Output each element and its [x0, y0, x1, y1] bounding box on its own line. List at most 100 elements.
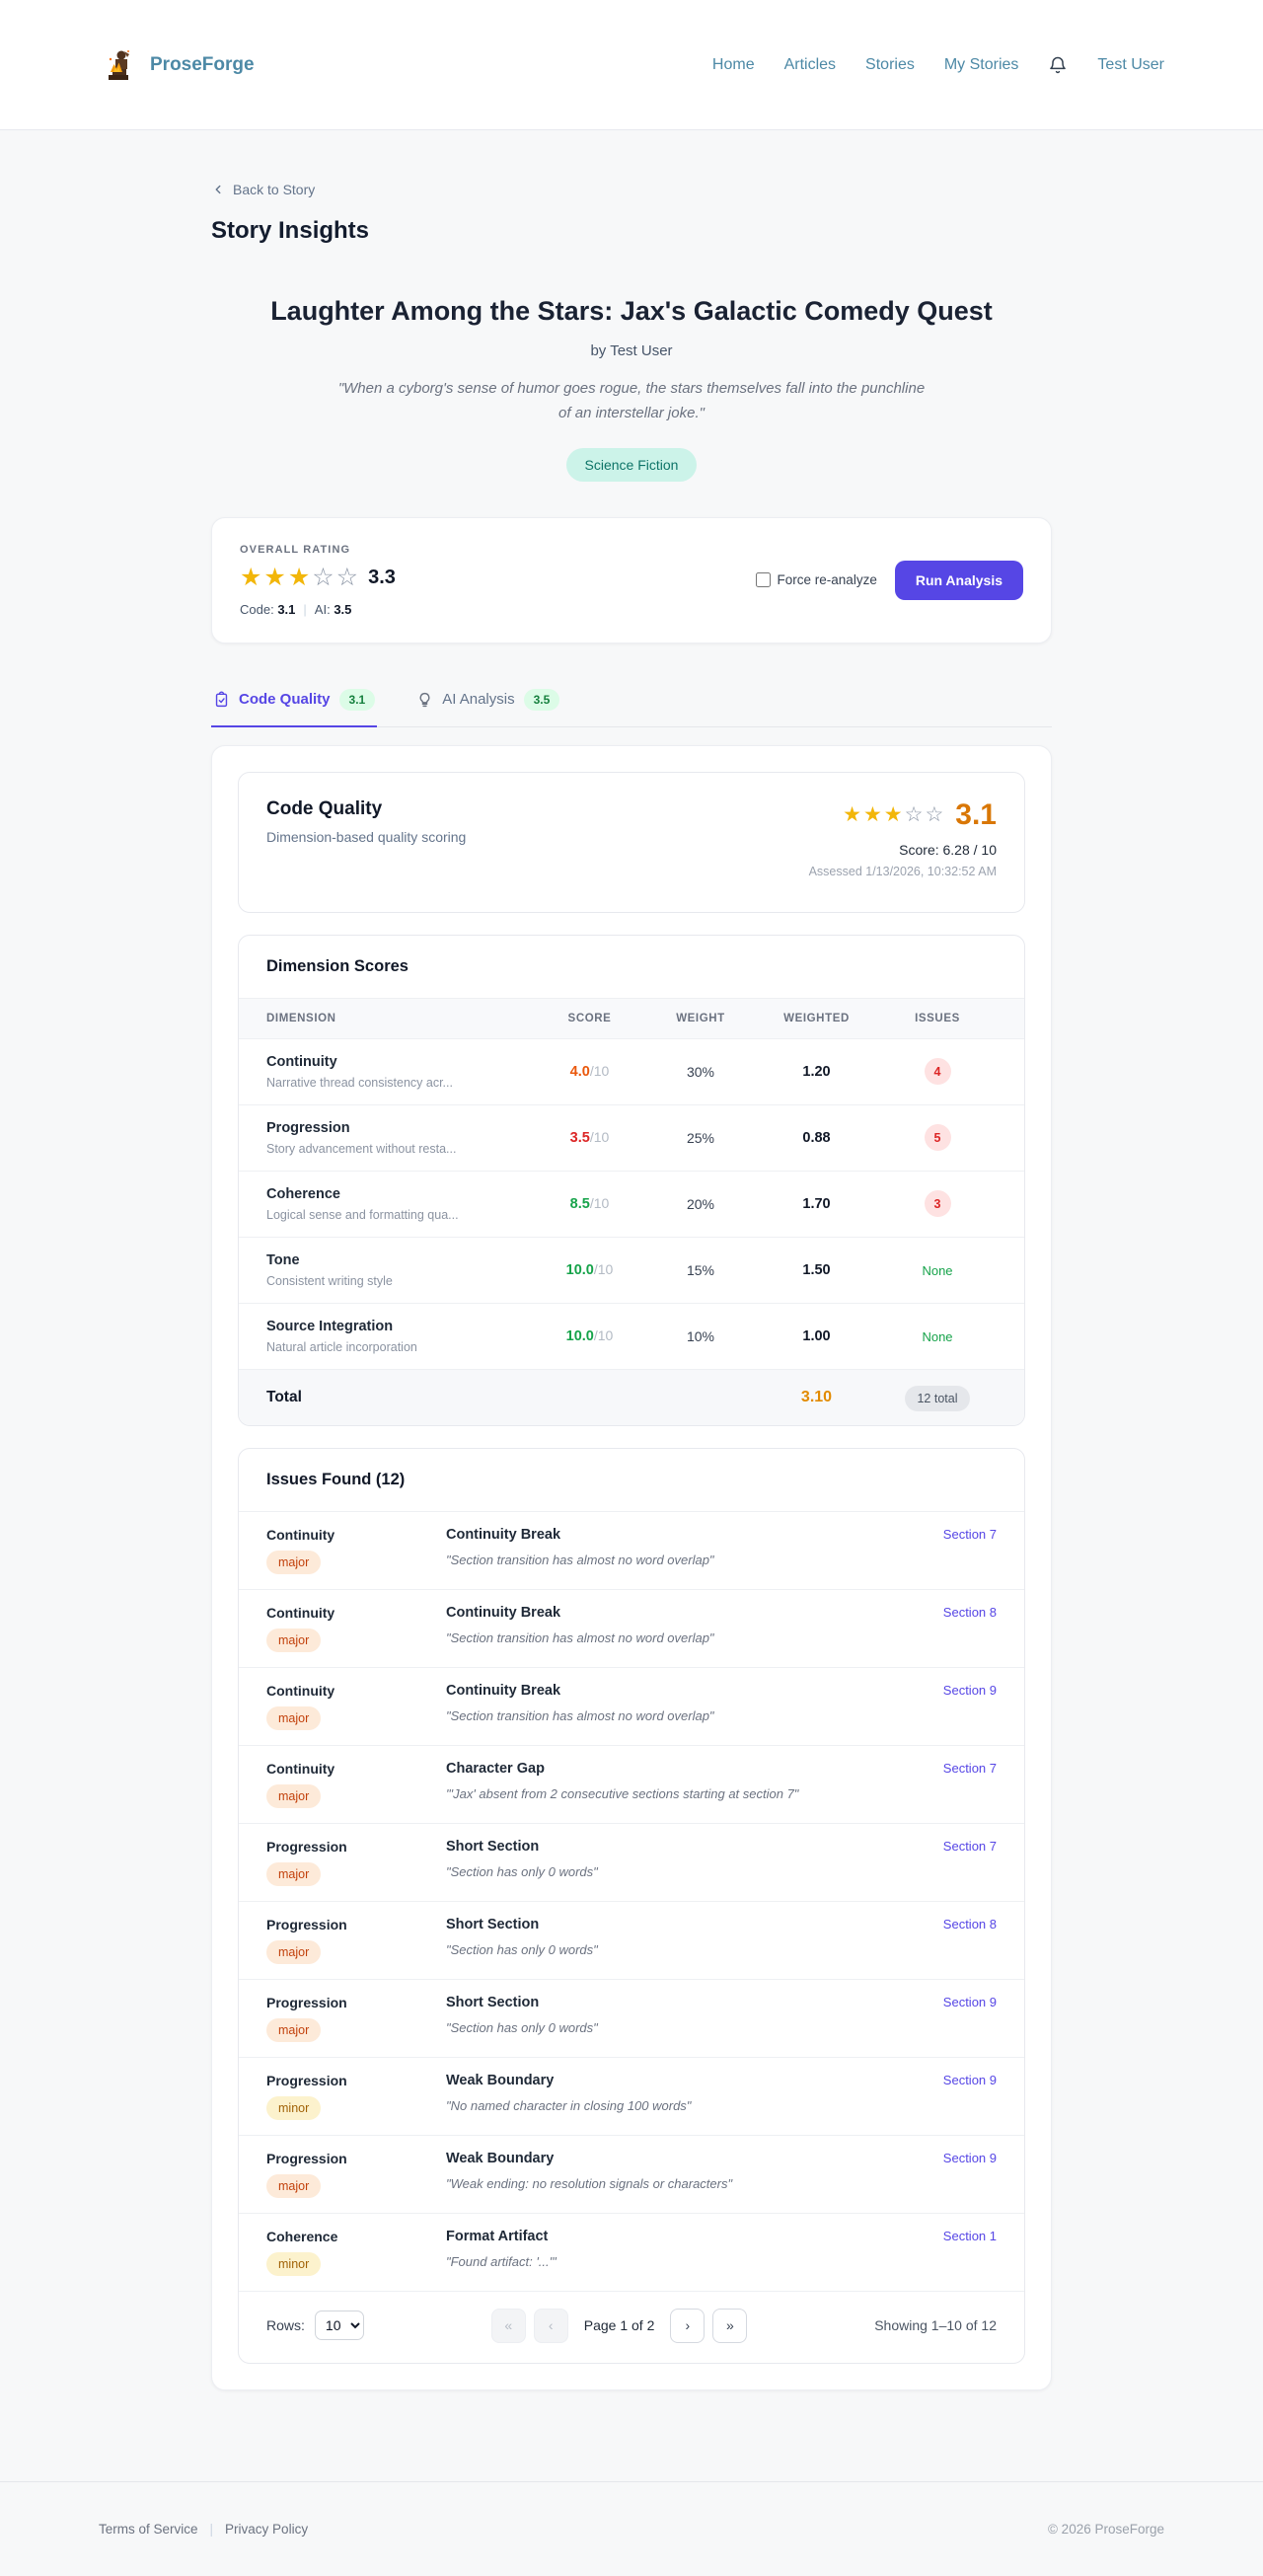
code-quality-summary-card: Code Quality Dimension-based quality sco… — [238, 772, 1025, 913]
rows-per-page-label: Rows: — [266, 2317, 305, 2333]
nav-link-home[interactable]: Home — [712, 56, 755, 74]
clipboard-check-icon — [213, 691, 230, 709]
main-nav: Home Articles Stories My Stories Test Us… — [712, 54, 1164, 76]
section-link[interactable]: Section 9 — [943, 1995, 997, 2009]
severity-badge: major — [266, 1784, 321, 1808]
showing-range-text: Showing 1–10 of 12 — [874, 2317, 997, 2333]
story-byline: by Test User — [211, 342, 1052, 359]
total-score-value: 3.10 — [755, 1389, 878, 1406]
list-item: Progressionminor Weak Boundary"No named … — [239, 2057, 1024, 2135]
severity-badge: major — [266, 1862, 321, 1886]
last-page-button[interactable]: » — [712, 2309, 747, 2343]
dimension-table-header: DIMENSION SCORE WEIGHT WEIGHTED ISSUES — [239, 999, 1024, 1038]
tab-ai-analysis[interactable]: AI Analysis 3.5 — [414, 685, 561, 727]
tab-badge-code-quality: 3.1 — [339, 689, 376, 711]
force-reanalyze-checkbox[interactable] — [756, 572, 771, 587]
code-quality-score-text: Score: 6.28 / 10 — [809, 842, 997, 858]
severity-badge: major — [266, 1940, 321, 1964]
severity-badge: major — [266, 1551, 321, 1574]
terms-of-service-link[interactable]: Terms of Service — [99, 2522, 198, 2537]
tab-code-quality[interactable]: Code Quality 3.1 — [211, 685, 377, 727]
table-row: CoherenceLogical sense and formatting qu… — [239, 1171, 1024, 1237]
code-quality-panel: Code Quality Dimension-based quality sco… — [211, 745, 1052, 2390]
severity-badge: major — [266, 2174, 321, 2198]
nav-link-stories[interactable]: Stories — [865, 56, 915, 74]
issues-count-badge: 3 — [925, 1190, 951, 1217]
section-link[interactable]: Section 1 — [943, 2229, 997, 2243]
list-item: Progressionmajor Weak Boundary"Weak endi… — [239, 2135, 1024, 2213]
list-item: Continuitymajor Continuity Break"Section… — [239, 1589, 1024, 1667]
page-indicator: Page 1 of 2 — [584, 2317, 655, 2333]
main-content: Back to Story Story Insights Laughter Am… — [211, 130, 1052, 2390]
issues-count-badge: None — [922, 1329, 952, 1344]
story-tagline: "When a cyborg's sense of humor goes rog… — [331, 377, 932, 426]
brand-name: ProseForge — [150, 54, 255, 76]
issues-count-badge: 5 — [925, 1124, 951, 1151]
table-row: ProgressionStory advancement without res… — [239, 1104, 1024, 1171]
list-item: Continuitymajor Continuity Break"Section… — [239, 1667, 1024, 1745]
table-row: ContinuityNarrative thread consistency a… — [239, 1038, 1024, 1104]
rows-per-page-select[interactable]: 10 — [315, 2311, 364, 2340]
pagination-bar: Rows: 10 « ‹ Page 1 of 2 › » Showing 1–1… — [239, 2291, 1024, 2363]
section-link[interactable]: Section 7 — [943, 1527, 997, 1542]
list-item: Progressionmajor Short Section"Section h… — [239, 1979, 1024, 2057]
severity-badge: minor — [266, 2252, 321, 2276]
section-link[interactable]: Section 9 — [943, 2073, 997, 2087]
code-quality-assessed-text: Assessed 1/13/2026, 10:32:52 AM — [809, 865, 997, 878]
section-link[interactable]: Section 8 — [943, 1605, 997, 1620]
severity-badge: major — [266, 1706, 321, 1730]
page-title: Story Insights — [211, 217, 1052, 245]
top-navbar: ProseForge Home Articles Stories My Stor… — [0, 0, 1263, 130]
page-footer: Terms of Service | Privacy Policy © 2026… — [0, 2481, 1263, 2576]
list-item: Progressionmajor Short Section"Section h… — [239, 1901, 1024, 1979]
table-row: Source IntegrationNatural article incorp… — [239, 1303, 1024, 1369]
code-quality-star-rating: ★★★☆☆ — [843, 804, 945, 825]
force-reanalyze-label: Force re-analyze — [778, 572, 877, 587]
copyright-text: © 2026 ProseForge — [1048, 2522, 1164, 2537]
section-link[interactable]: Section 8 — [943, 1917, 997, 1932]
list-item: Coherenceminor Format Artifact"Found art… — [239, 2213, 1024, 2291]
overall-rating-value: 3.3 — [368, 567, 396, 589]
tab-badge-ai-analysis: 3.5 — [524, 689, 560, 711]
story-title: Laughter Among the Stars: Jax's Galactic… — [211, 296, 1052, 327]
brand-link[interactable]: ProseForge — [99, 45, 255, 85]
section-link[interactable]: Section 9 — [943, 2151, 997, 2165]
code-quality-subtitle: Dimension-based quality scoring — [266, 829, 466, 845]
genre-badge: Science Fiction — [566, 448, 698, 482]
table-row: ToneConsistent writing style 10.0/10 15%… — [239, 1237, 1024, 1303]
issues-found-card: Issues Found (12) Continuitymajor Contin… — [238, 1448, 1025, 2364]
list-item: Progressionmajor Short Section"Section h… — [239, 1823, 1024, 1901]
list-item: Continuitymajor Continuity Break"Section… — [239, 1512, 1024, 1589]
section-link[interactable]: Section 7 — [943, 1839, 997, 1854]
code-score-value: 3.1 — [277, 602, 295, 617]
total-issues-badge: 12 total — [905, 1386, 969, 1411]
ai-score-value: 3.5 — [334, 602, 351, 617]
section-link[interactable]: Section 9 — [943, 1683, 997, 1698]
proseforge-logo-icon — [99, 45, 138, 85]
user-menu[interactable]: Test User — [1097, 56, 1164, 74]
notifications-bell-icon[interactable] — [1048, 54, 1068, 76]
lightbulb-icon — [416, 691, 433, 709]
dimension-scores-card: Dimension Scores DIMENSION SCORE WEIGHT … — [238, 935, 1025, 1426]
nav-link-my-stories[interactable]: My Stories — [944, 56, 1019, 74]
total-row: Total 3.10 12 total — [239, 1369, 1024, 1425]
prev-page-button[interactable]: ‹ — [534, 2309, 568, 2343]
force-reanalyze-option: Force re-analyze — [756, 572, 877, 587]
code-quality-rating-value: 3.1 — [955, 798, 997, 832]
first-page-button[interactable]: « — [491, 2309, 526, 2343]
section-link[interactable]: Section 7 — [943, 1761, 997, 1776]
privacy-policy-link[interactable]: Privacy Policy — [225, 2522, 308, 2537]
overall-star-rating: ★★★☆☆ — [240, 566, 360, 590]
severity-badge: major — [266, 1629, 321, 1652]
run-analysis-button[interactable]: Run Analysis — [895, 561, 1023, 600]
list-item: Continuitymajor Character Gap"'Jax' abse… — [239, 1745, 1024, 1823]
severity-badge: major — [266, 2018, 321, 2042]
nav-link-articles[interactable]: Articles — [784, 56, 836, 74]
chevron-left-icon — [211, 183, 225, 196]
next-page-button[interactable]: › — [670, 2309, 705, 2343]
dimension-scores-title: Dimension Scores — [239, 936, 1024, 999]
issues-found-title: Issues Found (12) — [239, 1449, 1024, 1512]
back-to-story-link[interactable]: Back to Story — [211, 182, 315, 197]
overall-rating-label: OVERALL RATING — [240, 544, 396, 556]
issues-count-badge: None — [922, 1263, 952, 1278]
